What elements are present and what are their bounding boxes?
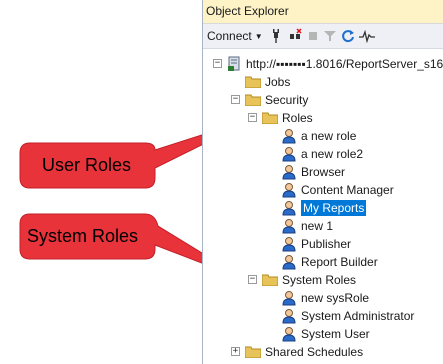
disconnect-icon[interactable]: [287, 27, 303, 45]
tree-node-roles[interactable]: Roles: [262, 109, 313, 127]
tree-node-role-selected[interactable]: My Reports: [282, 199, 367, 217]
tree-node-system-role[interactable]: new sysRole: [282, 289, 369, 307]
tree-node-security[interactable]: Security: [245, 91, 308, 109]
object-explorer-panel: Object Explorer Connect ▼ − http://▪▪▪▪▪…: [202, 0, 443, 364]
folder-icon: [245, 94, 261, 106]
user-role-icon: [282, 183, 296, 198]
user-role-icon: [282, 129, 296, 144]
filter-icon[interactable]: [323, 27, 337, 45]
user-role-icon: [282, 327, 296, 342]
user-role-icon: [282, 201, 296, 216]
tree-node-role[interactable]: Content Manager: [282, 181, 394, 199]
user-role-icon: [282, 309, 296, 324]
tree-node-label: Roles: [282, 111, 313, 125]
user-role-icon: [282, 237, 296, 252]
user-role-icon: [282, 255, 296, 270]
server-icon: [228, 56, 240, 71]
tree-node-label: Content Manager: [301, 183, 394, 197]
tree-node-label: System Roles: [282, 273, 357, 287]
tree-node-role[interactable]: Publisher: [282, 235, 351, 253]
tree-node-label: Security: [265, 93, 309, 107]
system-roles-callout-label: System Roles: [27, 226, 139, 246]
tree-node-label: System Administrator: [301, 309, 415, 323]
user-role-icon: [282, 147, 296, 162]
collapse-system-roles-toggle[interactable]: −: [248, 275, 257, 284]
tree-node-label: Shared Schedules: [265, 345, 364, 359]
tree-node-system-role[interactable]: System User: [282, 325, 370, 343]
user-roles-callout-label: User Roles: [42, 155, 132, 175]
panel-title: Object Explorer: [203, 0, 443, 24]
folder-icon: [262, 274, 278, 286]
tree-node-server[interactable]: http://▪▪▪▪▪▪▪1.8016/ReportServer_s16: [227, 55, 443, 73]
folder-icon: [245, 346, 261, 358]
connect-button[interactable]: Connect ▼: [207, 27, 265, 45]
user-role-icon: [282, 219, 296, 234]
user-role-icon: [282, 165, 296, 180]
collapse-security-toggle[interactable]: −: [231, 95, 240, 104]
refresh-icon[interactable]: [341, 27, 355, 45]
tree-node-role[interactable]: Browser: [282, 163, 345, 181]
tree-node-jobs[interactable]: Jobs: [245, 73, 290, 91]
tree-node-role[interactable]: a new role: [282, 127, 356, 145]
tree-node-label: a new role2: [301, 147, 364, 161]
user-role-icon: [282, 291, 296, 306]
tree-node-role[interactable]: new 1: [282, 217, 333, 235]
connect-label: Connect: [207, 29, 252, 43]
tree-node-role[interactable]: a new role2: [282, 145, 363, 163]
tree-node-system-roles[interactable]: System Roles: [262, 271, 356, 289]
stop-icon[interactable]: [307, 27, 319, 45]
activity-monitor-icon[interactable]: [358, 27, 375, 45]
tree-node-label: System User: [301, 327, 370, 341]
tree-node-label: new 1: [301, 219, 334, 233]
tree-node-label: new sysRole: [301, 291, 370, 305]
chevron-down-icon: ▼: [254, 31, 263, 41]
tree-node-label: a new role: [301, 129, 357, 143]
collapse-server-toggle[interactable]: −: [213, 59, 222, 68]
tree-node-label: Browser: [301, 165, 346, 179]
expand-shared-schedules-toggle[interactable]: +: [231, 347, 240, 356]
tree-node-label: http://▪▪▪▪▪▪▪1.8016/ReportServer_s16: [246, 57, 443, 71]
folder-icon: [245, 76, 261, 88]
tree-node-system-role[interactable]: System Administrator: [282, 307, 414, 325]
tree-node-label: Publisher: [301, 237, 352, 251]
collapse-roles-toggle[interactable]: −: [248, 113, 257, 122]
tree-node-shared-schedules[interactable]: Shared Schedules: [245, 343, 363, 361]
connect-plug-icon[interactable]: [269, 27, 283, 45]
toolbar: Connect ▼: [203, 24, 443, 49]
tree-node-label: My Reports: [301, 200, 367, 216]
folder-icon: [262, 112, 278, 124]
tree-node-label: Jobs: [265, 75, 291, 89]
tree-node-label: Report Builder: [301, 255, 378, 269]
tree-node-role[interactable]: Report Builder: [282, 253, 378, 271]
